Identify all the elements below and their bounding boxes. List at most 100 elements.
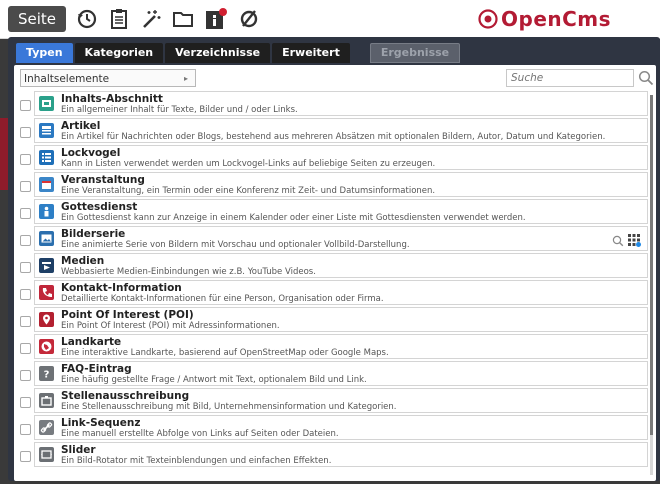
scrollbar[interactable] xyxy=(650,95,653,475)
type-card[interactable]: Veranstaltung Eine Veranstaltung, ein Ter… xyxy=(34,172,648,197)
type-card[interactable]: Kontakt-Information Detaillierte Kontakt-… xyxy=(34,280,648,305)
list-item[interactable]: Inhalts-Abschnitt Ein allgemeiner Inhalt … xyxy=(14,91,656,118)
list-item[interactable]: Slider Ein Bild-Rotator mit Texteinblendu… xyxy=(14,442,656,469)
type-description: Eine manuell erstellte Abfolge von Links… xyxy=(61,429,339,439)
type-card[interactable]: Lockvogel Kann in Listen verwendet werden… xyxy=(34,145,648,170)
type-card[interactable]: ? FAQ-Eintrag Eine häufig gestellte Frage … xyxy=(34,361,648,386)
history-icon[interactable] xyxy=(74,6,100,32)
svg-text:?: ? xyxy=(44,370,50,381)
tab-erweitert[interactable]: Erweitert xyxy=(272,43,350,63)
article-icon xyxy=(39,123,54,138)
type-title: Point Of Interest (POI) xyxy=(61,309,194,321)
content-type-filter-value: Inhaltselemente xyxy=(24,73,110,85)
search-input[interactable] xyxy=(506,69,634,87)
disabled-icon[interactable] xyxy=(236,6,262,32)
phone-icon xyxy=(39,285,54,300)
person-icon xyxy=(39,204,54,219)
type-description: Ein Gottesdienst kann zur Anzeige in ein… xyxy=(61,213,526,223)
image-icon xyxy=(39,231,54,246)
type-card[interactable]: Landkarte Eine interaktive Landkarte, bas… xyxy=(34,334,648,359)
list-item[interactable]: Landkarte Eine interaktive Landkarte, bas… xyxy=(14,334,656,361)
list-item[interactable]: Lockvogel Kann in Listen verwendet werden… xyxy=(14,145,656,172)
content-type-filter[interactable]: Inhaltselemente ▸ xyxy=(20,69,196,87)
type-card[interactable]: Inhalts-Abschnitt Ein allgemeiner Inhalt … xyxy=(34,91,648,116)
folder-icon[interactable] xyxy=(170,6,196,32)
select-checkbox[interactable] xyxy=(20,154,31,165)
info-icon[interactable] xyxy=(203,6,229,32)
select-checkbox[interactable] xyxy=(20,289,31,300)
type-card[interactable]: Point Of Interest (POI) Ein Point Of Inte… xyxy=(34,307,648,332)
select-checkbox[interactable] xyxy=(20,397,31,408)
list-item[interactable]: Stellenausschreibung Eine Stellenausschre… xyxy=(14,388,656,415)
list-icon xyxy=(39,150,54,165)
select-checkbox[interactable] xyxy=(20,424,31,435)
type-card[interactable]: Bilderserie Eine animierte Serie von Bild… xyxy=(34,226,648,251)
select-checkbox[interactable] xyxy=(20,262,31,273)
tab-typen[interactable]: Typen xyxy=(16,43,73,63)
clipboard-icon[interactable] xyxy=(106,6,132,32)
type-card[interactable]: Stellenausschreibung Eine Stellenausschre… xyxy=(34,388,648,413)
type-description: Ein Artikel für Nachrichten oder Blogs, … xyxy=(61,132,606,142)
map-pin-icon xyxy=(39,312,54,327)
row-tools xyxy=(612,232,641,251)
gallery-dialog: Typen Kategorien Verzeichnisse Erweitert… xyxy=(8,37,660,481)
type-list: Inhalts-Abschnitt Ein allgemeiner Inhalt … xyxy=(14,91,656,479)
media-icon xyxy=(39,258,54,273)
type-title: Medien xyxy=(61,255,105,267)
link-icon xyxy=(39,420,54,435)
type-description: Ein Point Of Interest (POI) mit Adressin… xyxy=(61,321,280,331)
list-item[interactable]: Bilderserie Eine animierte Serie von Bild… xyxy=(14,226,656,253)
select-checkbox[interactable] xyxy=(20,127,31,138)
select-checkbox[interactable] xyxy=(20,451,31,462)
type-description: Eine animierte Serie von Bildern mit Vor… xyxy=(61,240,410,250)
scrollbar-thumb[interactable] xyxy=(650,95,653,435)
types-panel: Inhaltselemente ▸ Inhalts-AbschnittEin a… xyxy=(14,65,656,481)
select-checkbox[interactable] xyxy=(20,100,31,111)
type-title: Kontakt-Information xyxy=(61,282,182,294)
type-card[interactable]: Link-Sequenz Eine manuell erstellte Abfol… xyxy=(34,415,648,440)
page-button[interactable]: Seite xyxy=(8,6,66,32)
opencms-logo: OpenCms xyxy=(478,7,612,31)
list-item[interactable]: Medien Webbasierte Medien-Einbindungen wi… xyxy=(14,253,656,280)
select-checkbox[interactable] xyxy=(20,208,31,219)
list-item[interactable]: ? FAQ-Eintrag Eine häufig gestellte Frage … xyxy=(14,361,656,388)
select-checkbox[interactable] xyxy=(20,235,31,246)
type-card[interactable]: Medien Webbasierte Medien-Einbindungen wi… xyxy=(34,253,648,278)
options-grid-icon[interactable] xyxy=(627,232,641,251)
type-description: Ein Bild-Rotator mit Texteinblendungen u… xyxy=(61,456,332,466)
select-checkbox[interactable] xyxy=(20,370,31,381)
select-checkbox[interactable] xyxy=(20,181,31,192)
type-title: Landkarte xyxy=(61,336,122,348)
list-item[interactable]: Artikel Ein Artikel für Nachrichten oder … xyxy=(14,118,656,145)
type-description: Webbasierte Medien-Einbindungen wie z.B.… xyxy=(61,267,316,277)
type-description: Eine interaktive Landkarte, basierend au… xyxy=(61,348,389,358)
section-icon xyxy=(39,96,54,111)
type-title: Slider xyxy=(61,444,96,456)
type-title: Bilderserie xyxy=(61,228,126,240)
list-item[interactable]: Gottesdienst Ein Gottesdienst kann zur An… xyxy=(14,199,656,226)
tab-verzeichnisse[interactable]: Verzeichnisse xyxy=(165,43,271,63)
type-card[interactable]: Artikel Ein Artikel für Nachrichten oder … xyxy=(34,118,648,143)
search-icon[interactable] xyxy=(638,70,654,86)
list-item[interactable]: Kontakt-Information Detaillierte Kontakt-… xyxy=(14,280,656,307)
brand-name: OpenCms xyxy=(501,7,612,31)
select-checkbox[interactable] xyxy=(20,343,31,354)
preview-search-icon[interactable] xyxy=(612,232,624,251)
select-checkbox[interactable] xyxy=(20,316,31,327)
type-title: Stellenausschreibung xyxy=(61,390,190,402)
map-icon xyxy=(39,339,54,354)
type-description: Ein allgemeiner Inhalt für Texte, Bilder… xyxy=(61,105,298,115)
magic-wand-icon[interactable] xyxy=(138,6,164,32)
type-description: Detaillierte Kontakt-Informationen für e… xyxy=(61,294,384,304)
chevron-right-icon: ▸ xyxy=(183,74,188,83)
briefcase-icon xyxy=(39,393,54,408)
type-card[interactable]: Slider Ein Bild-Rotator mit Texteinblendu… xyxy=(34,442,648,467)
type-card[interactable]: Gottesdienst Ein Gottesdienst kann zur An… xyxy=(34,199,648,224)
tab-kategorien[interactable]: Kategorien xyxy=(74,43,164,63)
type-title: Gottesdienst xyxy=(61,201,138,213)
list-item[interactable]: Point Of Interest (POI) Ein Point Of Inte… xyxy=(14,307,656,334)
list-item[interactable]: Link-Sequenz Eine manuell erstellte Abfol… xyxy=(14,415,656,442)
type-title: Inhalts-Abschnitt xyxy=(61,93,163,105)
type-description: Eine Veranstaltung, ein Termin oder eine… xyxy=(61,186,436,196)
list-item[interactable]: Veranstaltung Eine Veranstaltung, ein Ter… xyxy=(14,172,656,199)
